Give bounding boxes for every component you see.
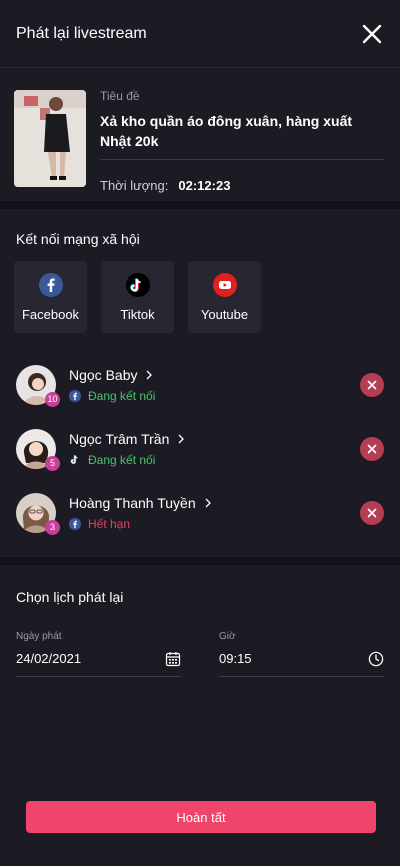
account-row: 10 Ngọc Baby Đang kết nối [0, 353, 400, 417]
video-thumbnail [14, 90, 86, 187]
page-title: Phát lại livestream [16, 24, 147, 42]
tiktok-icon [70, 455, 78, 465]
close-icon [367, 508, 377, 518]
youtube-icon [212, 272, 237, 297]
remove-account-button[interactable] [360, 373, 384, 397]
video-details: Tiêu đề Xả kho quần áo đông xuân, hàng x… [100, 89, 384, 201]
section-divider [0, 557, 400, 565]
account-row: 5 Ngọc Trâm Trần Đang kết nối [0, 417, 400, 481]
chevron-right-icon [147, 370, 153, 380]
tiktok-label: Tiktok [120, 306, 155, 322]
date-label: Ngày phát [16, 631, 62, 642]
account-badge: 5 [45, 456, 60, 471]
chevron-right-icon [178, 434, 185, 444]
time-label: Giờ [219, 631, 236, 642]
connection-status: Hết hạn [88, 517, 131, 531]
header: Phát lại livestream [0, 0, 400, 68]
account-badge: 3 [45, 520, 60, 535]
video-title: Xả kho quần áo đông xuân, hàng xuất Nhật… [100, 111, 384, 160]
calendar-icon[interactable] [165, 651, 181, 667]
social-section: Kết nối mạng xã hội Facebook Tiktok Yout… [0, 209, 400, 333]
account-badge: 10 [45, 392, 60, 407]
avatar: 10 [16, 365, 60, 407]
time-value: 09:15 [219, 651, 252, 666]
facebook-icon [69, 518, 81, 530]
remove-account-button[interactable] [360, 437, 384, 461]
close-icon[interactable] [360, 22, 384, 46]
account-name-link[interactable]: Ngọc Trâm Trần [69, 431, 360, 447]
duration-label: Thời lượng: [100, 178, 169, 193]
account-row: 3 Hoàng Thanh Tuyền Hết hạn [0, 481, 400, 545]
youtube-label: Youtube [200, 306, 249, 322]
facebook-icon [69, 390, 81, 402]
date-field[interactable]: Ngày phát 24/02/2021 [16, 631, 181, 677]
account-name: Ngọc Baby [69, 367, 138, 383]
facebook-label: Facebook [21, 306, 80, 322]
tiktok-button[interactable]: Tiktok [101, 261, 174, 333]
connection-status: Đang kết nối [88, 389, 156, 403]
facebook-button[interactable]: Facebook [14, 261, 87, 333]
clock-icon[interactable] [368, 651, 384, 667]
youtube-button[interactable]: Youtube [188, 261, 261, 333]
schedule-section: Chọn lịch phát lại Ngày phát 24/02/2021 … [0, 565, 400, 677]
avatar: 3 [16, 493, 60, 535]
video-info: Tiêu đề Xả kho quần áo đông xuân, hàng x… [0, 68, 400, 201]
account-name: Ngọc Trâm Trần [69, 431, 170, 447]
submit-button[interactable]: Hoàn tất [26, 801, 376, 833]
duration-row: Thời lượng: 02:12:23 [100, 178, 384, 193]
section-divider [0, 201, 400, 209]
duration-value: 02:12:23 [178, 178, 231, 193]
account-name: Hoàng Thanh Tuyền [69, 495, 196, 511]
tiktok-icon [125, 272, 150, 297]
title-label: Tiêu đề [100, 89, 140, 103]
connection-status: Đang kết nối [88, 453, 156, 467]
close-icon [367, 380, 377, 390]
date-value: 24/02/2021 [16, 651, 82, 666]
account-name-link[interactable]: Hoàng Thanh Tuyền [69, 495, 360, 511]
facebook-icon [38, 272, 63, 297]
account-name-link[interactable]: Ngọc Baby [69, 367, 360, 383]
connected-accounts: 10 Ngọc Baby Đang kết nối 5 Ngọc Trâm Tr… [0, 333, 400, 545]
remove-account-button[interactable] [360, 501, 384, 525]
close-icon [367, 444, 377, 454]
chevron-right-icon [205, 498, 211, 508]
social-section-title: Kết nối mạng xã hội [16, 231, 140, 247]
time-field[interactable]: Giờ 09:15 [219, 631, 384, 677]
schedule-title: Chọn lịch phát lại [16, 589, 124, 605]
avatar: 5 [16, 429, 60, 471]
